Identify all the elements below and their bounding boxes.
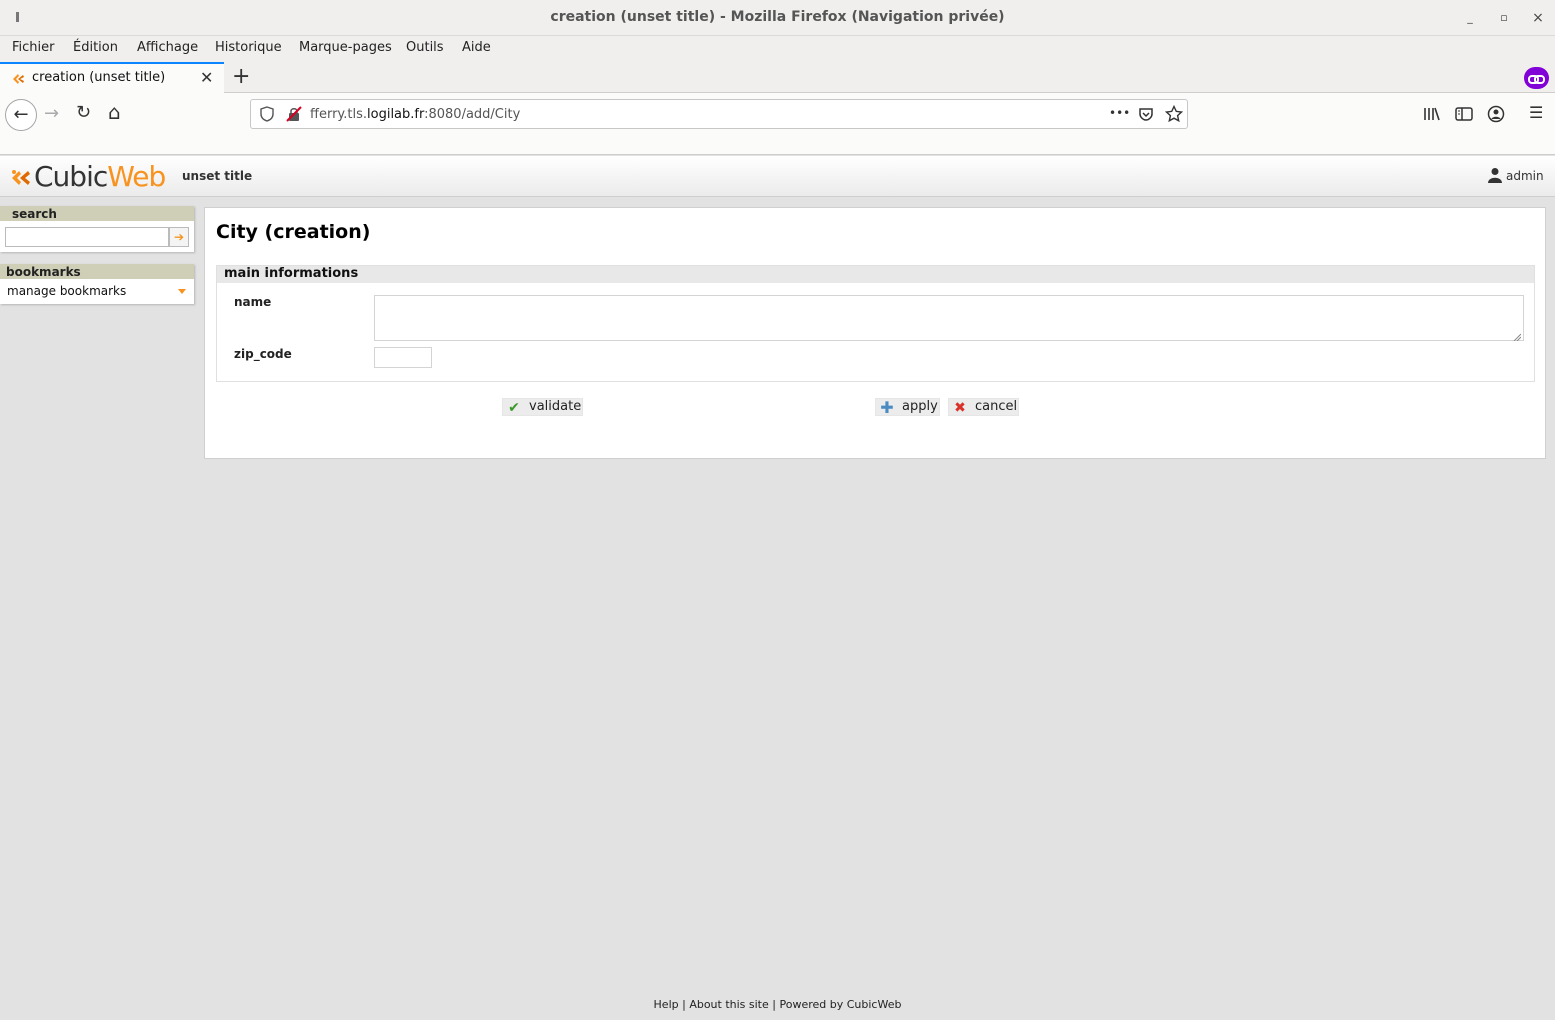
validate-button[interactable]: ✔ validate	[502, 398, 584, 416]
cubicweb-favicon-icon	[10, 71, 26, 91]
menu-historique[interactable]: Historique	[215, 40, 282, 55]
search-box: search ➔	[0, 206, 194, 252]
url-bar[interactable]: fferry.tls.logilab.fr:8080/add/City •••	[250, 99, 1188, 129]
apply-label: apply	[902, 399, 938, 414]
search-box-title: search	[0, 206, 194, 221]
bookmarks-box-title: bookmarks	[0, 264, 194, 279]
page-title: City (creation)	[216, 221, 371, 243]
bookmarks-box: bookmarks manage bookmarks	[0, 264, 194, 304]
bookmark-star-icon[interactable]	[1164, 104, 1184, 127]
cross-icon: ✖	[954, 400, 966, 416]
cancel-button[interactable]: ✖ cancel	[948, 398, 1020, 416]
private-browsing-icon	[1524, 67, 1549, 89]
cancel-label: cancel	[975, 399, 1018, 414]
user-menu[interactable]: admin	[1488, 167, 1544, 183]
maximize-button[interactable]: ▫	[1494, 8, 1514, 28]
apply-button[interactable]: ✚ apply	[875, 398, 940, 416]
back-button[interactable]: ←	[5, 99, 37, 131]
menu-affichage[interactable]: Affichage	[137, 40, 198, 55]
pocket-icon[interactable]	[1138, 106, 1154, 126]
tracking-shield-icon[interactable]	[260, 106, 274, 126]
name-field[interactable]	[374, 295, 1524, 341]
powered-by-link[interactable]: Powered by CubicWeb	[779, 998, 901, 1011]
account-icon[interactable]	[1487, 105, 1505, 127]
tab-bar: creation (unset title) ✕ +	[0, 62, 1555, 93]
menubar: Fichier Édition Affichage Historique Mar…	[0, 36, 1555, 62]
main-informations-fieldset: main informations name zip_code	[216, 265, 1535, 382]
close-window-button[interactable]: ×	[1528, 8, 1548, 28]
tab-close-icon[interactable]: ✕	[200, 68, 213, 87]
about-link[interactable]: About this site	[689, 998, 768, 1011]
help-link[interactable]: Help	[654, 998, 679, 1011]
minimize-button[interactable]: _	[1460, 8, 1480, 28]
navigation-toolbar: ← → ↻ ⌂ fferry.tls.logilab.fr:8080/add/C…	[0, 93, 1555, 155]
window-title: creation (unset title) - Mozilla Firefox…	[550, 9, 1005, 25]
library-icon[interactable]	[1423, 106, 1441, 126]
logo-text-web: Web	[107, 160, 166, 193]
search-submit-button[interactable]: ➔	[169, 227, 189, 247]
menu-outils[interactable]: Outils	[406, 40, 444, 55]
main-content: City (creation) main informations name z…	[204, 207, 1546, 459]
menu-fichier[interactable]: Fichier	[12, 40, 55, 55]
zip-code-field[interactable]	[374, 347, 432, 368]
textarea-resize-handle-icon[interactable]	[1513, 330, 1522, 345]
header-title[interactable]: unset title	[182, 169, 252, 183]
manage-bookmarks-link[interactable]: manage bookmarks	[7, 284, 126, 298]
user-name: admin	[1506, 169, 1544, 183]
fieldset-legend: main informations	[217, 266, 1534, 283]
page-actions-icon[interactable]: •••	[1109, 106, 1130, 120]
menu-marque-pages[interactable]: Marque-pages	[299, 40, 392, 55]
cubicweb-logo-icon	[10, 168, 34, 192]
window-titlebar: creation (unset title) - Mozilla Firefox…	[0, 0, 1555, 36]
menu-edition[interactable]: Édition	[73, 40, 118, 55]
tab-creation[interactable]: creation (unset title) ✕	[0, 62, 224, 93]
new-tab-button[interactable]: +	[232, 64, 250, 89]
cubicweb-header: CubicWeb unset title admin	[0, 156, 1555, 197]
user-icon	[1488, 167, 1502, 183]
app-menu-icon[interactable]: ☰	[1529, 103, 1543, 122]
footer-separator: |	[678, 998, 690, 1011]
plus-icon: ✚	[880, 398, 894, 417]
search-input[interactable]	[5, 227, 169, 247]
validate-label: validate	[529, 399, 582, 414]
forward-button[interactable]: →	[44, 103, 59, 124]
menu-aide[interactable]: Aide	[462, 40, 491, 55]
zip-code-label: zip_code	[234, 347, 292, 361]
name-label: name	[234, 295, 272, 309]
check-icon: ✔	[508, 400, 520, 416]
url-text[interactable]: fferry.tls.logilab.fr:8080/add/City	[310, 107, 520, 122]
tab-label: creation (unset title)	[32, 70, 166, 85]
reload-button[interactable]: ↻	[76, 102, 91, 123]
footer-separator: |	[768, 998, 780, 1011]
sidebar-toggle-icon[interactable]	[1455, 106, 1473, 126]
logo-text-cubic: Cubic	[34, 160, 108, 193]
footer: Help | About this site | Powered by Cubi…	[0, 998, 1555, 1011]
insecure-lock-icon[interactable]	[286, 106, 302, 126]
home-button[interactable]: ⌂	[108, 100, 121, 124]
bookmarks-dropdown-icon[interactable]	[178, 289, 186, 294]
